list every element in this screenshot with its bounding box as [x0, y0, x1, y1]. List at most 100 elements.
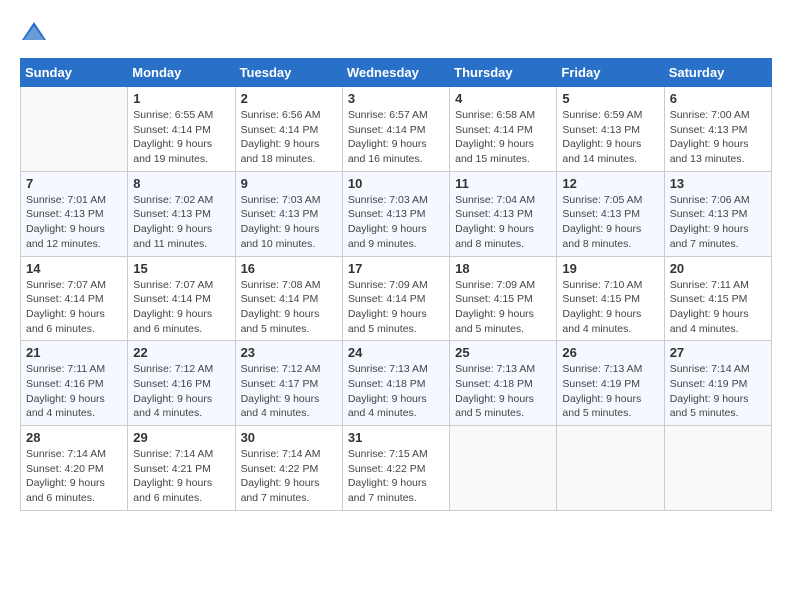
calendar-cell: 15Sunrise: 7:07 AM Sunset: 4:14 PM Dayli… [128, 256, 235, 341]
day-info: Sunrise: 6:59 AM Sunset: 4:13 PM Dayligh… [562, 108, 658, 167]
day-number: 8 [133, 176, 229, 191]
day-number: 2 [241, 91, 337, 106]
calendar-cell: 29 Sunrise: 7:14 AM Sunset: 4:21 PM Dayli… [128, 426, 235, 511]
day-number: 27 [670, 345, 766, 360]
day-info: Sunrise: 7:05 AM Sunset: 4:13 PM Dayligh… [562, 193, 658, 252]
day-number: 26 [562, 345, 658, 360]
day-info: Sunrise: 7:08 AM Sunset: 4:14 PM Dayligh… [241, 278, 337, 337]
day-info: Sunrise: 7:09 AM Sunset: 4:15 PM Dayligh… [455, 278, 551, 337]
calendar-cell [664, 426, 771, 511]
day-info: Sunrise: 7:10 AM Sunset: 4:15 PM Dayligh… [562, 278, 658, 337]
day-number: 19 [562, 261, 658, 276]
day-info: Sunrise: 7:06 AM Sunset: 4:13 PM Dayligh… [670, 193, 766, 252]
calendar-week-5: 28Sunrise: 7:14 AM Sunset: 4:20 PM Dayli… [21, 426, 772, 511]
day-number: 17 [348, 261, 444, 276]
day-number: 25 [455, 345, 551, 360]
day-info: Sunrise: 7:14 AM Sunset: 4:19 PM Dayligh… [670, 362, 766, 421]
calendar-cell: 8Sunrise: 7:02 AM Sunset: 4:13 PM Daylig… [128, 171, 235, 256]
calendar-cell: 1 Sunrise: 6:55 AM Sunset: 4:14 PM Daylig… [128, 87, 235, 172]
calendar-cell: 11 Sunrise: 7:04 AM Sunset: 4:13 PM Dayli… [450, 171, 557, 256]
calendar-cell: 25 Sunrise: 7:13 AM Sunset: 4:18 PM Dayli… [450, 341, 557, 426]
day-info: Sunrise: 6:55 AM Sunset: 4:14 PM Dayligh… [133, 108, 229, 167]
day-info: Sunrise: 7:14 AM Sunset: 4:21 PM Dayligh… [133, 447, 229, 506]
day-info: Sunrise: 7:07 AM Sunset: 4:14 PM Dayligh… [133, 278, 229, 337]
calendar-cell: 17 Sunrise: 7:09 AM Sunset: 4:14 PM Dayli… [342, 256, 449, 341]
calendar-cell: 4 Sunrise: 6:58 AM Sunset: 4:14 PM Daylig… [450, 87, 557, 172]
day-info: Sunrise: 7:13 AM Sunset: 4:18 PM Dayligh… [348, 362, 444, 421]
header-top [20, 20, 772, 48]
day-info: Sunrise: 7:15 AM Sunset: 4:22 PM Dayligh… [348, 447, 444, 506]
calendar-cell: 22 Sunrise: 7:12 AM Sunset: 4:16 PM Dayli… [128, 341, 235, 426]
day-info: Sunrise: 7:13 AM Sunset: 4:19 PM Dayligh… [562, 362, 658, 421]
calendar-week-3: 14 Sunrise: 7:07 AM Sunset: 4:14 PM Dayli… [21, 256, 772, 341]
calendar-cell: 27 Sunrise: 7:14 AM Sunset: 4:19 PM Dayli… [664, 341, 771, 426]
day-info: Sunrise: 7:04 AM Sunset: 4:13 PM Dayligh… [455, 193, 551, 252]
logo [20, 20, 52, 48]
day-number: 29 [133, 430, 229, 445]
day-number: 9 [241, 176, 337, 191]
calendar-header-row: SundayMondayTuesdayWednesdayThursdayFrid… [21, 59, 772, 87]
calendar-week-2: 7Sunrise: 7:01 AM Sunset: 4:13 PM Daylig… [21, 171, 772, 256]
day-info: Sunrise: 7:11 AM Sunset: 4:16 PM Dayligh… [26, 362, 122, 421]
calendar-cell: 10 Sunrise: 7:03 AM Sunset: 4:13 PM Dayli… [342, 171, 449, 256]
calendar-cell: 12Sunrise: 7:05 AM Sunset: 4:13 PM Dayli… [557, 171, 664, 256]
day-number: 16 [241, 261, 337, 276]
calendar-cell: 18 Sunrise: 7:09 AM Sunset: 4:15 PM Dayli… [450, 256, 557, 341]
calendar-cell: 20Sunrise: 7:11 AM Sunset: 4:15 PM Dayli… [664, 256, 771, 341]
calendar-cell: 23Sunrise: 7:12 AM Sunset: 4:17 PM Dayli… [235, 341, 342, 426]
header-wednesday: Wednesday [342, 59, 449, 87]
header-monday: Monday [128, 59, 235, 87]
calendar-cell: 19 Sunrise: 7:10 AM Sunset: 4:15 PM Dayli… [557, 256, 664, 341]
day-number: 11 [455, 176, 551, 191]
header-saturday: Saturday [664, 59, 771, 87]
day-number: 6 [670, 91, 766, 106]
day-number: 10 [348, 176, 444, 191]
day-number: 28 [26, 430, 122, 445]
calendar-cell: 6 Sunrise: 7:00 AM Sunset: 4:13 PM Daylig… [664, 87, 771, 172]
day-number: 24 [348, 345, 444, 360]
calendar-cell: 31 Sunrise: 7:15 AM Sunset: 4:22 PM Dayli… [342, 426, 449, 511]
day-number: 14 [26, 261, 122, 276]
day-info: Sunrise: 7:13 AM Sunset: 4:18 PM Dayligh… [455, 362, 551, 421]
day-number: 18 [455, 261, 551, 276]
day-info: Sunrise: 7:14 AM Sunset: 4:22 PM Dayligh… [241, 447, 337, 506]
calendar-cell [557, 426, 664, 511]
day-info: Sunrise: 7:09 AM Sunset: 4:14 PM Dayligh… [348, 278, 444, 337]
calendar-cell [450, 426, 557, 511]
day-info: Sunrise: 7:03 AM Sunset: 4:13 PM Dayligh… [241, 193, 337, 252]
header-thursday: Thursday [450, 59, 557, 87]
calendar-cell: 9 Sunrise: 7:03 AM Sunset: 4:13 PM Daylig… [235, 171, 342, 256]
day-number: 1 [133, 91, 229, 106]
day-number: 31 [348, 430, 444, 445]
calendar-cell: 26 Sunrise: 7:13 AM Sunset: 4:19 PM Dayli… [557, 341, 664, 426]
day-info: Sunrise: 6:57 AM Sunset: 4:14 PM Dayligh… [348, 108, 444, 167]
day-info: Sunrise: 7:00 AM Sunset: 4:13 PM Dayligh… [670, 108, 766, 167]
calendar-cell: 28Sunrise: 7:14 AM Sunset: 4:20 PM Dayli… [21, 426, 128, 511]
day-info: Sunrise: 6:58 AM Sunset: 4:14 PM Dayligh… [455, 108, 551, 167]
calendar-week-4: 21Sunrise: 7:11 AM Sunset: 4:16 PM Dayli… [21, 341, 772, 426]
day-info: Sunrise: 7:07 AM Sunset: 4:14 PM Dayligh… [26, 278, 122, 337]
day-info: Sunrise: 7:03 AM Sunset: 4:13 PM Dayligh… [348, 193, 444, 252]
calendar-cell: 21Sunrise: 7:11 AM Sunset: 4:16 PM Dayli… [21, 341, 128, 426]
header-sunday: Sunday [21, 59, 128, 87]
calendar-cell: 13 Sunrise: 7:06 AM Sunset: 4:13 PM Dayli… [664, 171, 771, 256]
day-number: 22 [133, 345, 229, 360]
logo-icon [20, 20, 48, 48]
calendar-cell: 3 Sunrise: 6:57 AM Sunset: 4:14 PM Daylig… [342, 87, 449, 172]
calendar-cell: 7Sunrise: 7:01 AM Sunset: 4:13 PM Daylig… [21, 171, 128, 256]
calendar-cell: 30 Sunrise: 7:14 AM Sunset: 4:22 PM Dayli… [235, 426, 342, 511]
day-number: 30 [241, 430, 337, 445]
day-info: Sunrise: 7:12 AM Sunset: 4:16 PM Dayligh… [133, 362, 229, 421]
calendar-cell: 5 Sunrise: 6:59 AM Sunset: 4:13 PM Daylig… [557, 87, 664, 172]
day-number: 13 [670, 176, 766, 191]
day-info: Sunrise: 7:01 AM Sunset: 4:13 PM Dayligh… [26, 193, 122, 252]
header-friday: Friday [557, 59, 664, 87]
calendar-cell: 2 Sunrise: 6:56 AM Sunset: 4:14 PM Daylig… [235, 87, 342, 172]
header-tuesday: Tuesday [235, 59, 342, 87]
day-info: Sunrise: 6:56 AM Sunset: 4:14 PM Dayligh… [241, 108, 337, 167]
day-number: 5 [562, 91, 658, 106]
day-number: 4 [455, 91, 551, 106]
calendar-table: SundayMondayTuesdayWednesdayThursdayFrid… [20, 58, 772, 511]
day-number: 3 [348, 91, 444, 106]
day-info: Sunrise: 7:12 AM Sunset: 4:17 PM Dayligh… [241, 362, 337, 421]
